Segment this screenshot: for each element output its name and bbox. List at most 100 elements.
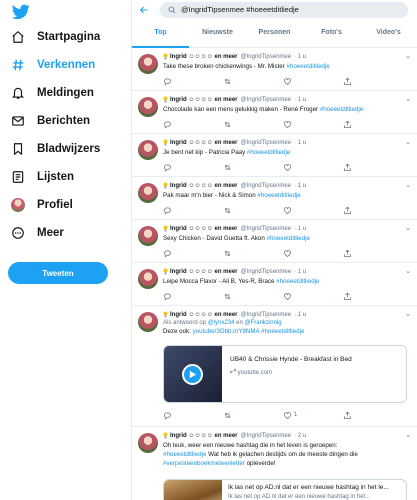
tweet-handle[interactable]: @IngridTipsenmee	[241, 183, 292, 189]
like-button[interactable]	[283, 119, 343, 129]
like-button[interactable]	[283, 162, 343, 172]
nav-lists[interactable]: Lijsten	[6, 164, 74, 190]
retweet-button[interactable]	[223, 162, 283, 172]
nav-home[interactable]: Startpagina	[6, 24, 100, 50]
nav-explore[interactable]: Verkennen	[6, 52, 95, 78]
tweet[interactable]: Ingrid ☺☺☺☺ en meer @IngridTipsenmee · 2…	[132, 427, 417, 500]
chevron-down-icon[interactable]: ⌄	[405, 310, 411, 318]
reply-button[interactable]	[163, 248, 223, 258]
retweet-button[interactable]	[223, 205, 283, 215]
retweet-button[interactable]	[223, 119, 283, 129]
hashtag-link[interactable]: #verpesteenboekmeteenletter	[163, 460, 245, 467]
share-button[interactable]	[343, 410, 403, 420]
tweet-author-name[interactable]: Ingrid ☺☺☺☺ en meer	[170, 97, 238, 103]
tweet-author-name[interactable]: Ingrid ☺☺☺☺ en meer	[170, 312, 238, 318]
reply-button[interactable]	[163, 291, 223, 301]
tweet-link[interactable]: youtube/3Obb.mY8NMA	[193, 328, 260, 335]
search-input[interactable]: @IngridTipsenmee #hoeeetditliedje	[160, 1, 408, 18]
link-card[interactable]: Ik las net op AD.nl dat er een nieuwe ha…	[163, 479, 407, 500]
tweet-author-name[interactable]: Ingrid ☺☺☺☺ en meer	[170, 433, 238, 439]
tweet-time[interactable]: · 1 u	[294, 140, 306, 146]
tweet-time[interactable]: · 1 u	[294, 183, 306, 189]
tweet-author-name[interactable]: Ingrid ☺☺☺☺ en meer	[170, 183, 238, 189]
hashtag-link[interactable]: #hoeeetditliedje	[267, 235, 310, 242]
tweet-avatar[interactable]	[138, 54, 158, 74]
tweet-time[interactable]: · 1 u	[294, 312, 306, 318]
play-icon[interactable]	[182, 364, 203, 385]
hashtag-link[interactable]: #hoeeetditliedje	[276, 278, 319, 285]
tweet-avatar[interactable]	[138, 97, 158, 117]
nav-notifications[interactable]: Meldingen	[6, 80, 94, 106]
nav-profile[interactable]: Profiel	[6, 192, 73, 218]
hashtag-link[interactable]: #hoeeetditliedje	[261, 328, 304, 335]
tweet-handle[interactable]: @IngridTipsenmee	[241, 54, 292, 60]
share-button[interactable]	[343, 162, 403, 172]
tweet[interactable]: Ingrid ☺☺☺☺ en meer @IngridTipsenmee · 1 u…	[132, 220, 417, 263]
article-thumbnail[interactable]	[164, 480, 222, 500]
chevron-down-icon[interactable]: ⌄	[405, 267, 411, 275]
reply-user-link[interactable]: @lynx234	[208, 320, 235, 326]
tweet[interactable]: Ingrid ☺☺☺☺ en meer @IngridTipsenmee · 1…	[132, 306, 417, 427]
reply-button[interactable]	[163, 162, 223, 172]
like-button[interactable]	[283, 205, 343, 215]
video-thumbnail[interactable]	[164, 346, 222, 402]
tweet-avatar[interactable]	[138, 433, 158, 453]
back-button[interactable]	[132, 5, 156, 15]
tweet[interactable]: Ingrid ☺☺☺☺ en meer @IngridTipsenmee · 1 u…	[132, 177, 417, 220]
tweet[interactable]: Ingrid ☺☺☺☺ en meer @IngridTipsenmee · 1 u…	[132, 263, 417, 306]
retweet-button[interactable]	[223, 248, 283, 258]
reply-button[interactable]	[163, 119, 223, 129]
like-button[interactable]	[283, 248, 343, 258]
link-card[interactable]: UB40 & Chrissie Hynde - Breakfast in Bed…	[163, 345, 407, 403]
share-button[interactable]	[343, 248, 403, 258]
share-button[interactable]	[343, 76, 403, 86]
reply-button[interactable]	[163, 205, 223, 215]
tweet-handle[interactable]: @IngridTipsenmee	[241, 140, 292, 146]
chevron-down-icon[interactable]: ⌄	[405, 181, 411, 189]
nav-bookmarks[interactable]: Bladwijzers	[6, 136, 100, 162]
tweet-handle[interactable]: @IngridTipsenmee	[241, 312, 292, 318]
retweet-button[interactable]	[223, 291, 283, 301]
hashtag-link[interactable]: #hoeeetditliedje	[247, 149, 290, 156]
tab-top[interactable]: Top	[132, 23, 189, 48]
chevron-down-icon[interactable]: ⌄	[405, 138, 411, 146]
share-button[interactable]	[343, 291, 403, 301]
tweet[interactable]: Ingrid ☺☺☺☺ en meer @IngridTipsenmee · 1 u…	[132, 91, 417, 134]
tweet-avatar[interactable]	[138, 312, 158, 332]
chevron-down-icon[interactable]: ⌄	[405, 224, 411, 232]
nav-messages[interactable]: Berichten	[6, 108, 90, 134]
hashtag-link[interactable]: #hoeeetditliedje	[163, 451, 206, 458]
tab-videos[interactable]: Video's	[360, 23, 417, 47]
nav-more[interactable]: Meer	[6, 220, 64, 246]
tweet-time[interactable]: · 1 u	[294, 269, 306, 275]
tweet-handle[interactable]: @IngridTipsenmee	[241, 97, 292, 103]
tweet-author-name[interactable]: Ingrid ☺☺☺☺ en meer	[170, 269, 238, 275]
tweet-author-name[interactable]: Ingrid ☺☺☺☺ en meer	[170, 140, 238, 146]
tweet-handle[interactable]: @IngridTipsenmee	[241, 226, 292, 232]
reply-button[interactable]	[163, 76, 223, 86]
tweet[interactable]: Ingrid ☺☺☺☺ en meer @IngridTipsenmee · 1 u…	[132, 48, 417, 91]
tweet-author-name[interactable]: Ingrid ☺☺☺☺ en meer	[170, 226, 238, 232]
tweet-time[interactable]: · 1 u	[294, 97, 306, 103]
share-button[interactable]	[343, 205, 403, 215]
reply-button[interactable]	[163, 410, 223, 420]
tweet-time[interactable]: · 1 u	[294, 54, 306, 60]
tweet-handle[interactable]: @IngridTipsenmee	[241, 433, 292, 439]
tweet-button[interactable]: Tweeten	[8, 262, 108, 284]
hashtag-link[interactable]: #hoeeetditliedje	[320, 106, 363, 113]
hashtag-link[interactable]: #hoeeetditliedje	[257, 192, 300, 199]
chevron-down-icon[interactable]: ⌄	[405, 52, 411, 60]
retweet-button[interactable]	[223, 410, 283, 420]
tweet-time[interactable]: · 2 u	[294, 433, 306, 439]
tweet-avatar[interactable]	[138, 226, 158, 246]
like-button[interactable]: 1	[283, 410, 343, 420]
tweet[interactable]: Ingrid ☺☺☺☺ en meer @IngridTipsenmee · 1 u…	[132, 134, 417, 177]
like-button[interactable]	[283, 76, 343, 86]
tab-latest[interactable]: Nieuwste	[189, 23, 246, 47]
tweet-author-name[interactable]: Ingrid ☺☺☺☺ en meer	[170, 54, 238, 60]
retweet-button[interactable]	[223, 76, 283, 86]
chevron-down-icon[interactable]: ⌄	[405, 95, 411, 103]
like-button[interactable]	[283, 291, 343, 301]
tweet-avatar[interactable]	[138, 140, 158, 160]
tweet-avatar[interactable]	[138, 183, 158, 203]
